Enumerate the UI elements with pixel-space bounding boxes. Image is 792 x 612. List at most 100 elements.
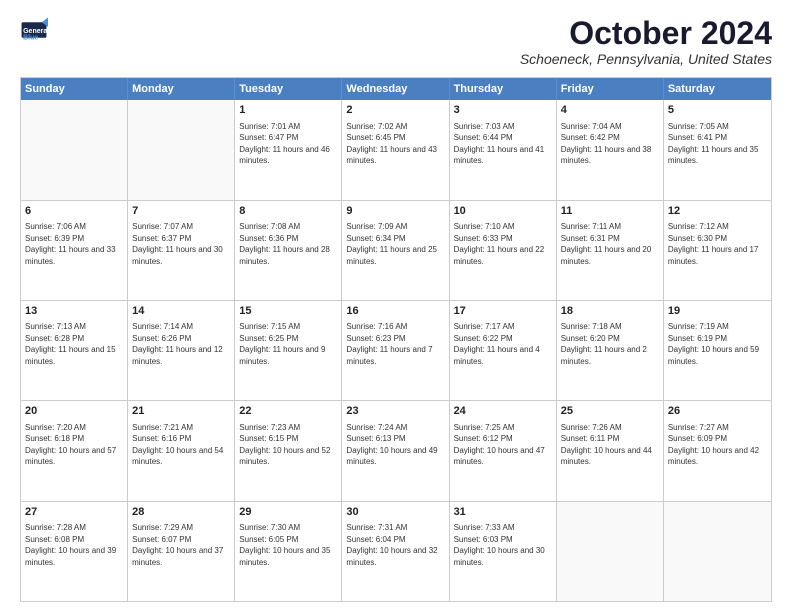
header-day-monday: Monday: [128, 78, 235, 100]
calendar-row-2: 13 Sunrise: 7:13 AM Sunset: 6:28 PM Dayli…: [21, 300, 771, 400]
calendar-cell: 17Sunrise: 7:17 AM Sunset: 6:22 PM Dayli…: [450, 301, 557, 400]
page: General Blue October 2024 Schoeneck, Pen…: [0, 0, 792, 612]
calendar-cell: 9Sunrise: 7:09 AM Sunset: 6:34 PM Daylig…: [342, 201, 449, 300]
calendar-cell: 28Sunrise: 7:29 AM Sunset: 6:07 PM Dayli…: [128, 502, 235, 601]
calendar-cell: 30 Sunrise: 7:31 AM Sunset: 6:04 PM Dayli…: [342, 502, 449, 601]
calendar-cell: 31 Sunrise: 7:33 AM Sunset: 6:03 PM Dayli…: [450, 502, 557, 601]
cell-info: Sunrise: 7:02 AM Sunset: 6:45 PM Dayligh…: [346, 121, 444, 167]
calendar-cell: 25 Sunrise: 7:26 AM Sunset: 6:11 PM Dayli…: [557, 401, 664, 500]
calendar-cell: 12 Sunrise: 7:12 AM Sunset: 6:30 PM Dayli…: [664, 201, 771, 300]
header-day-tuesday: Tuesday: [235, 78, 342, 100]
cell-info: Sunrise: 7:08 AM Sunset: 6:36 PM Dayligh…: [239, 221, 337, 267]
calendar-cell: 3Sunrise: 7:03 AM Sunset: 6:44 PM Daylig…: [450, 100, 557, 199]
calendar-cell: [664, 502, 771, 601]
calendar-cell: 19 Sunrise: 7:19 AM Sunset: 6:19 PM Dayli…: [664, 301, 771, 400]
logo-icon: General Blue: [20, 16, 48, 44]
cell-info: Sunrise: 7:17 AM Sunset: 6:22 PM Dayligh…: [454, 321, 552, 367]
cell-info: Sunrise: 7:30 AM Sunset: 6:05 PM Dayligh…: [239, 522, 337, 568]
day-number: 30: [346, 505, 444, 520]
header: General Blue October 2024 Schoeneck, Pen…: [20, 16, 772, 67]
cell-info: Sunrise: 7:28 AM Sunset: 6:08 PM Dayligh…: [25, 522, 123, 568]
calendar-cell: 6 Sunrise: 7:06 AM Sunset: 6:39 PM Daylig…: [21, 201, 128, 300]
header-day-saturday: Saturday: [664, 78, 771, 100]
calendar-body: 1 Sunrise: 7:01 AM Sunset: 6:47 PM Daylig…: [21, 100, 771, 601]
day-number: 20: [25, 404, 123, 419]
day-number: 13: [25, 304, 123, 319]
calendar-cell: 29 Sunrise: 7:30 AM Sunset: 6:05 PM Dayli…: [235, 502, 342, 601]
cell-info: Sunrise: 7:13 AM Sunset: 6:28 PM Dayligh…: [25, 321, 123, 367]
header-day-wednesday: Wednesday: [342, 78, 449, 100]
calendar-row-1: 6 Sunrise: 7:06 AM Sunset: 6:39 PM Daylig…: [21, 200, 771, 300]
day-number: 7: [132, 204, 230, 219]
cell-info: Sunrise: 7:16 AM Sunset: 6:23 PM Dayligh…: [346, 321, 444, 367]
day-number: 14: [132, 304, 230, 319]
day-number: 31: [454, 505, 552, 520]
calendar: SundayMondayTuesdayWednesdayThursdayFrid…: [20, 77, 772, 602]
day-number: 24: [454, 404, 552, 419]
day-number: 5: [668, 103, 767, 118]
calendar-cell: 1 Sunrise: 7:01 AM Sunset: 6:47 PM Daylig…: [235, 100, 342, 199]
day-number: 6: [25, 204, 123, 219]
day-number: 18: [561, 304, 659, 319]
cell-info: Sunrise: 7:24 AM Sunset: 6:13 PM Dayligh…: [346, 422, 444, 468]
calendar-cell: 13 Sunrise: 7:13 AM Sunset: 6:28 PM Dayli…: [21, 301, 128, 400]
calendar-cell: 5 Sunrise: 7:05 AM Sunset: 6:41 PM Daylig…: [664, 100, 771, 199]
calendar-header: SundayMondayTuesdayWednesdayThursdayFrid…: [21, 78, 771, 100]
day-number: 10: [454, 204, 552, 219]
calendar-cell: 10Sunrise: 7:10 AM Sunset: 6:33 PM Dayli…: [450, 201, 557, 300]
calendar-cell: 15Sunrise: 7:15 AM Sunset: 6:25 PM Dayli…: [235, 301, 342, 400]
day-number: 19: [668, 304, 767, 319]
header-day-thursday: Thursday: [450, 78, 557, 100]
day-number: 27: [25, 505, 123, 520]
day-number: 15: [239, 304, 337, 319]
day-number: 22: [239, 404, 337, 419]
calendar-cell: 7 Sunrise: 7:07 AM Sunset: 6:37 PM Daylig…: [128, 201, 235, 300]
day-number: 1: [239, 103, 337, 118]
calendar-cell: 16Sunrise: 7:16 AM Sunset: 6:23 PM Dayli…: [342, 301, 449, 400]
cell-info: Sunrise: 7:18 AM Sunset: 6:20 PM Dayligh…: [561, 321, 659, 367]
calendar-row-0: 1 Sunrise: 7:01 AM Sunset: 6:47 PM Daylig…: [21, 100, 771, 199]
cell-info: Sunrise: 7:21 AM Sunset: 6:16 PM Dayligh…: [132, 422, 230, 468]
cell-info: Sunrise: 7:26 AM Sunset: 6:11 PM Dayligh…: [561, 422, 659, 468]
cell-info: Sunrise: 7:06 AM Sunset: 6:39 PM Dayligh…: [25, 221, 123, 267]
header-day-friday: Friday: [557, 78, 664, 100]
title-block: October 2024 Schoeneck, Pennsylvania, Un…: [520, 16, 772, 67]
day-number: 11: [561, 204, 659, 219]
calendar-row-4: 27 Sunrise: 7:28 AM Sunset: 6:08 PM Dayli…: [21, 501, 771, 601]
day-number: 4: [561, 103, 659, 118]
calendar-cell: [21, 100, 128, 199]
header-day-sunday: Sunday: [21, 78, 128, 100]
calendar-cell: 2Sunrise: 7:02 AM Sunset: 6:45 PM Daylig…: [342, 100, 449, 199]
day-number: 21: [132, 404, 230, 419]
calendar-cell: 18 Sunrise: 7:18 AM Sunset: 6:20 PM Dayli…: [557, 301, 664, 400]
cell-info: Sunrise: 7:33 AM Sunset: 6:03 PM Dayligh…: [454, 522, 552, 568]
day-number: 26: [668, 404, 767, 419]
cell-info: Sunrise: 7:31 AM Sunset: 6:04 PM Dayligh…: [346, 522, 444, 568]
calendar-cell: 26Sunrise: 7:27 AM Sunset: 6:09 PM Dayli…: [664, 401, 771, 500]
day-number: 9: [346, 204, 444, 219]
calendar-cell: 22 Sunrise: 7:23 AM Sunset: 6:15 PM Dayli…: [235, 401, 342, 500]
location: Schoeneck, Pennsylvania, United States: [520, 51, 772, 67]
calendar-cell: 23Sunrise: 7:24 AM Sunset: 6:13 PM Dayli…: [342, 401, 449, 500]
day-number: 8: [239, 204, 337, 219]
cell-info: Sunrise: 7:25 AM Sunset: 6:12 PM Dayligh…: [454, 422, 552, 468]
cell-info: Sunrise: 7:12 AM Sunset: 6:30 PM Dayligh…: [668, 221, 767, 267]
cell-info: Sunrise: 7:07 AM Sunset: 6:37 PM Dayligh…: [132, 221, 230, 267]
calendar-row-3: 20 Sunrise: 7:20 AM Sunset: 6:18 PM Dayli…: [21, 400, 771, 500]
cell-info: Sunrise: 7:03 AM Sunset: 6:44 PM Dayligh…: [454, 121, 552, 167]
day-number: 29: [239, 505, 337, 520]
month-title: October 2024: [520, 16, 772, 51]
cell-info: Sunrise: 7:23 AM Sunset: 6:15 PM Dayligh…: [239, 422, 337, 468]
calendar-cell: 21 Sunrise: 7:21 AM Sunset: 6:16 PM Dayli…: [128, 401, 235, 500]
calendar-cell: 27 Sunrise: 7:28 AM Sunset: 6:08 PM Dayli…: [21, 502, 128, 601]
day-number: 12: [668, 204, 767, 219]
cell-info: Sunrise: 7:20 AM Sunset: 6:18 PM Dayligh…: [25, 422, 123, 468]
calendar-cell: 8 Sunrise: 7:08 AM Sunset: 6:36 PM Daylig…: [235, 201, 342, 300]
cell-info: Sunrise: 7:05 AM Sunset: 6:41 PM Dayligh…: [668, 121, 767, 167]
cell-info: Sunrise: 7:19 AM Sunset: 6:19 PM Dayligh…: [668, 321, 767, 367]
cell-info: Sunrise: 7:01 AM Sunset: 6:47 PM Dayligh…: [239, 121, 337, 167]
calendar-cell: [128, 100, 235, 199]
cell-info: Sunrise: 7:29 AM Sunset: 6:07 PM Dayligh…: [132, 522, 230, 568]
calendar-cell: 11Sunrise: 7:11 AM Sunset: 6:31 PM Dayli…: [557, 201, 664, 300]
day-number: 25: [561, 404, 659, 419]
